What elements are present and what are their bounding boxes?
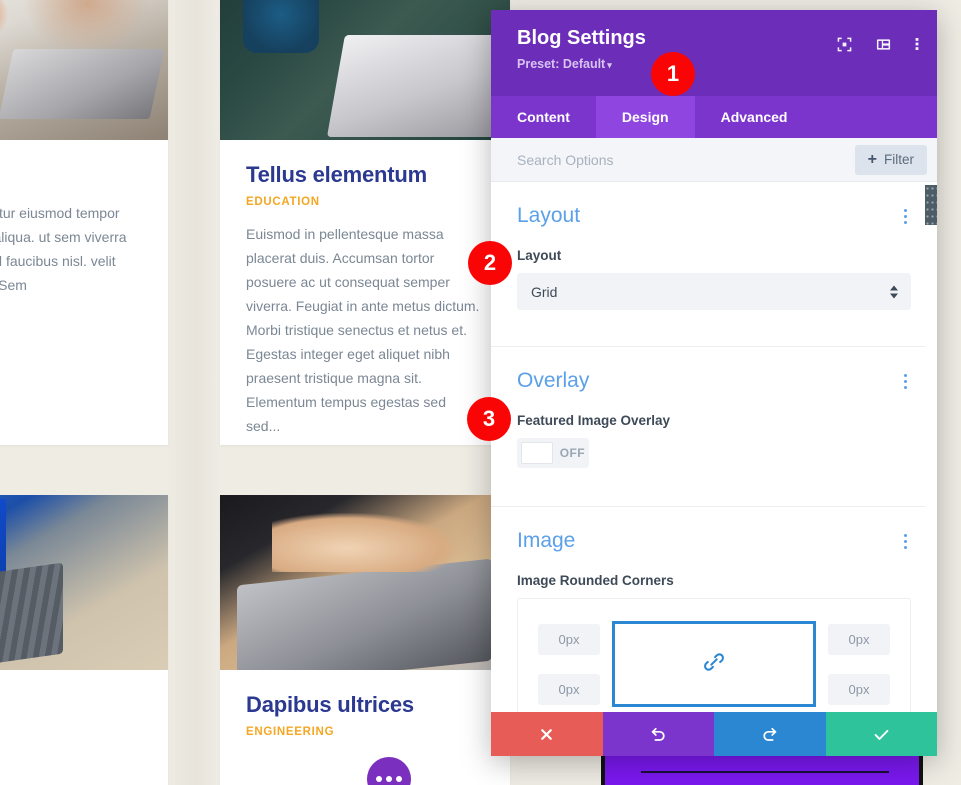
save-button[interactable] xyxy=(825,712,937,756)
chevron-down-icon: ▾ xyxy=(607,60,612,70)
step-badge-3: 3 xyxy=(467,397,511,441)
rounded-corners-control: 0px 0px 0px 0px xyxy=(517,598,911,712)
cancel-button[interactable] xyxy=(491,712,603,756)
focus-target-icon[interactable] xyxy=(837,37,852,57)
modal-header: Blog Settings Preset: Default ▾ xyxy=(491,10,937,96)
screen: estas amet, consectetur eiusmod tempor d… xyxy=(0,0,961,785)
post-title[interactable]: estas xyxy=(0,162,142,187)
tab-content[interactable]: Content xyxy=(491,96,596,138)
redo-button[interactable] xyxy=(714,712,826,756)
search-input[interactable] xyxy=(517,151,855,168)
blog-post-card[interactable]: Dapibus ultrices ENGINEERING xyxy=(220,495,510,785)
undo-button[interactable] xyxy=(602,712,714,756)
more-options-icon[interactable] xyxy=(915,36,919,57)
layout-field-label: Layout xyxy=(517,248,562,263)
tab-design[interactable]: Design xyxy=(595,96,695,138)
corners-link-toggle[interactable] xyxy=(612,621,816,707)
step-badge-2: 2 xyxy=(468,241,512,285)
scrollbar-thumb[interactable] xyxy=(925,185,937,225)
toggle-state-label: OFF xyxy=(559,446,585,460)
section-menu-icon[interactable] xyxy=(900,530,911,553)
corner-bottom-right-input[interactable]: 0px xyxy=(828,673,890,705)
image-rounded-corners-label: Image Rounded Corners xyxy=(517,573,674,588)
blog-settings-modal: Blog Settings Preset: Default ▾ Content … xyxy=(491,10,937,756)
corner-top-left-input[interactable]: 0px xyxy=(538,623,600,655)
preset-selector[interactable]: Preset: Default ▾ xyxy=(517,57,917,71)
section-title-image: Image xyxy=(517,529,576,552)
options-scrollbar[interactable] xyxy=(925,182,937,712)
link-corners-icon xyxy=(701,649,727,680)
plus-icon: + xyxy=(867,150,877,168)
toggle-knob xyxy=(521,442,553,464)
post-featured-image[interactable] xyxy=(0,495,168,670)
corner-top-right-input[interactable]: 0px xyxy=(828,623,890,655)
section-menu-icon[interactable] xyxy=(900,205,911,228)
post-excerpt: amet, consectetur eiusmod tempor dolore … xyxy=(0,205,127,294)
filter-button-label: Filter xyxy=(884,152,914,167)
post-featured-image[interactable] xyxy=(0,0,168,140)
preset-label: Preset: Default xyxy=(517,57,606,71)
overlay-field-label: Featured Image Overlay xyxy=(517,413,671,428)
tab-advanced[interactable]: Advanced xyxy=(695,96,814,138)
section-layout: Layout Layout Grid xyxy=(491,182,937,347)
modal-tabs: Content Design Advanced xyxy=(491,96,937,138)
post-featured-image[interactable] xyxy=(220,495,510,670)
blog-post-card[interactable]: estas amet, consectetur eiusmod tempor d… xyxy=(0,0,168,445)
post-title[interactable]: Dapibus ultrices xyxy=(246,692,484,717)
featured-image-overlay-toggle[interactable]: OFF xyxy=(517,438,589,468)
post-read-more[interactable]: read more xyxy=(246,440,484,445)
column-gap xyxy=(168,0,220,785)
modal-body: Layout Layout Grid Overlay Featured Imag… xyxy=(491,182,937,712)
modal-footer xyxy=(491,712,937,756)
section-title-overlay: Overlay xyxy=(517,369,590,392)
section-title-layout: Layout xyxy=(517,204,581,227)
layout-select[interactable]: Grid xyxy=(517,273,911,310)
step-badge-1: 1 xyxy=(651,52,695,96)
section-menu-icon[interactable] xyxy=(900,370,911,393)
corner-bottom-left-input[interactable]: 0px xyxy=(538,673,600,705)
options-scroll-area: Layout Layout Grid Overlay Featured Imag… xyxy=(491,182,937,712)
post-title[interactable]: Tellus elementum xyxy=(246,162,484,187)
panel-layout-icon[interactable] xyxy=(876,37,891,57)
post-featured-image[interactable] xyxy=(220,0,510,140)
blog-post-card[interactable] xyxy=(0,495,168,785)
filter-button[interactable]: + Filter xyxy=(854,144,927,175)
modal-header-actions xyxy=(837,36,919,57)
section-overlay: Overlay Featured Image Overlay OFF xyxy=(491,347,937,507)
blog-post-card[interactable]: Tellus elementum EDUCATION Euismod in pe… xyxy=(220,0,510,445)
post-category[interactable]: EDUCATION xyxy=(246,196,484,208)
page-section-bar[interactable] xyxy=(601,752,923,785)
layout-select-value: Grid xyxy=(531,283,558,300)
section-image: Image Image Rounded Corners 0px 0px 0px … xyxy=(491,507,937,712)
post-category[interactable]: ENGINEERING xyxy=(246,726,484,738)
post-excerpt: Euismod in pellentesque massa placerat d… xyxy=(246,226,480,435)
options-search-bar: + Filter xyxy=(491,138,937,182)
